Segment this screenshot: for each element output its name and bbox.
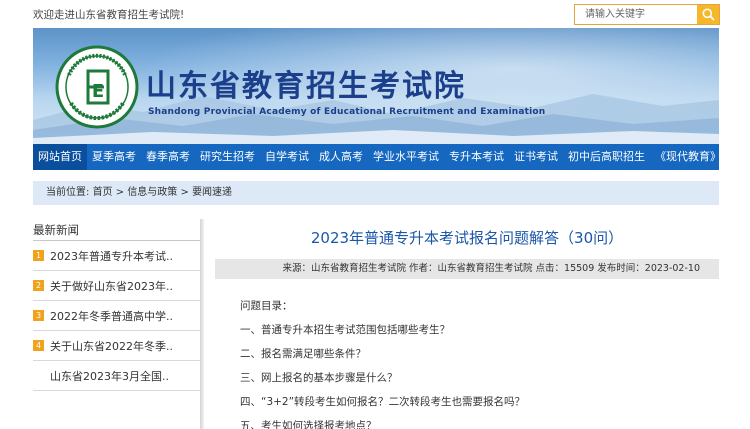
rank-badge: 3 [33, 310, 44, 321]
search-input[interactable] [575, 5, 697, 24]
news-list-item[interactable]: 1 2023年普通专升本考试.. [33, 241, 200, 271]
seal-letter: E [92, 81, 104, 102]
site-title: 山东省教育招生考试院 [146, 69, 466, 104]
search-button[interactable] [697, 5, 719, 24]
rank-badge: 2 [33, 280, 44, 291]
article-paragraph: 三、网上报名的基本步骤是什么？ [240, 372, 398, 384]
article: 2023年普通专升本考试报名问题解答（30问） 来源：山东省教育招生考试院 作者… [215, 219, 719, 429]
article-body: 问题目录： 一、普通专升本招生考试范围包括哪些考生？ 二、报名需满足哪些条件？ … [240, 298, 710, 429]
rank-badge [33, 370, 44, 381]
article-paragraph: 二、报名需满足哪些条件？ [240, 348, 366, 360]
breadcrumb-separator: > [112, 187, 128, 198]
site-subtitle: Shandong Provincial Academy of Education… [148, 107, 546, 117]
nav-item-modern-education[interactable]: 《现代教育》 [650, 144, 726, 170]
news-title: 2023年普通专升本考试.. [50, 249, 173, 263]
main-nav: 网站首页 夏季高考 春季高考 研究生招考 自学考试 成人高考 学业水平考试 专升… [33, 144, 721, 170]
news-title: 关于做好山东省2023年.. [50, 279, 173, 293]
sidebar-divider [200, 219, 204, 429]
news-title: 2022年冬季普通高中学.. [50, 309, 173, 323]
news-title: 山东省2023年3月全国.. [50, 369, 169, 383]
breadcrumb-prefix: 当前位置: [46, 187, 90, 198]
nav-item-upgrade-exam[interactable]: 专升本考试 [444, 144, 509, 170]
article-paragraph: 一、普通专升本招生考试范围包括哪些考生？ [240, 324, 450, 336]
nav-item-certificate-exam[interactable]: 证书考试 [509, 144, 563, 170]
news-title: 关于山东省2022年冬季.. [50, 339, 173, 353]
news-list: 1 2023年普通专升本考试.. 2 关于做好山东省2023年.. 3 2022… [33, 241, 200, 391]
news-list-item[interactable]: 4 关于山东省2022年冬季.. [33, 331, 200, 361]
top-bar: 欢迎走进山东省教育招生考试院! [0, 0, 750, 28]
nav-item-adult-gaokao[interactable]: 成人高考 [314, 144, 368, 170]
nav-item-academic-proficiency[interactable]: 学业水平考试 [368, 144, 444, 170]
rank-badge: 4 [33, 340, 44, 351]
nav-item-home[interactable]: 网站首页 [33, 144, 87, 170]
news-list-item[interactable]: 2 关于做好山东省2023年.. [33, 271, 200, 301]
magnifier-icon [702, 8, 715, 21]
article-meta: 来源：山东省教育招生考试院 作者：山东省教育招生考试院 点击：15509 发布时… [215, 259, 719, 279]
welcome-text: 欢迎走进山东省教育招生考试院! [33, 9, 185, 21]
nav-item-postgraduate[interactable]: 研究生招考 [195, 144, 260, 170]
sidebar-heading: 最新新闻 [33, 219, 200, 241]
news-list-item[interactable]: 山东省2023年3月全国.. [33, 361, 200, 391]
breadcrumb-current-link[interactable]: 要闻速递 [192, 187, 232, 198]
article-paragraph: 五、考生如何选择报考地点？ [240, 420, 377, 429]
rank-badge: 1 [33, 250, 44, 261]
news-list-item[interactable]: 3 2022年冬季普通高中学.. [33, 301, 200, 331]
academy-seal-logo: E [55, 45, 139, 129]
nav-item-summer-gaokao[interactable]: 夏季高考 [87, 144, 141, 170]
nav-item-spring-gaokao[interactable]: 春季高考 [141, 144, 195, 170]
nav-item-self-study-exam[interactable]: 自学考试 [260, 144, 314, 170]
breadcrumb-home-link[interactable]: 首页 [93, 187, 113, 198]
breadcrumb-separator: > [177, 187, 193, 198]
article-title: 2023年普通专升本考试报名问题解答（30问） [310, 229, 624, 247]
latest-news-sidebar: 最新新闻 1 2023年普通专升本考试.. 2 关于做好山东省2023年.. 3… [33, 219, 204, 429]
article-paragraph: 四、“3+2”转段考生如何报名？二次转段考生也需要报名吗？ [240, 396, 526, 408]
article-paragraph: 问题目录： [240, 300, 293, 312]
header-banner: E 山东省教育招生考试院 Shandong Provincial Academy… [33, 28, 719, 144]
search-box [574, 4, 720, 25]
nav-item-vocational-admission[interactable]: 初中后高职招生 [563, 144, 650, 170]
breadcrumb: 当前位置: 首页 > 信息与政策 > 要闻速递 [33, 181, 719, 205]
breadcrumb-section-link[interactable]: 信息与政策 [127, 187, 177, 198]
